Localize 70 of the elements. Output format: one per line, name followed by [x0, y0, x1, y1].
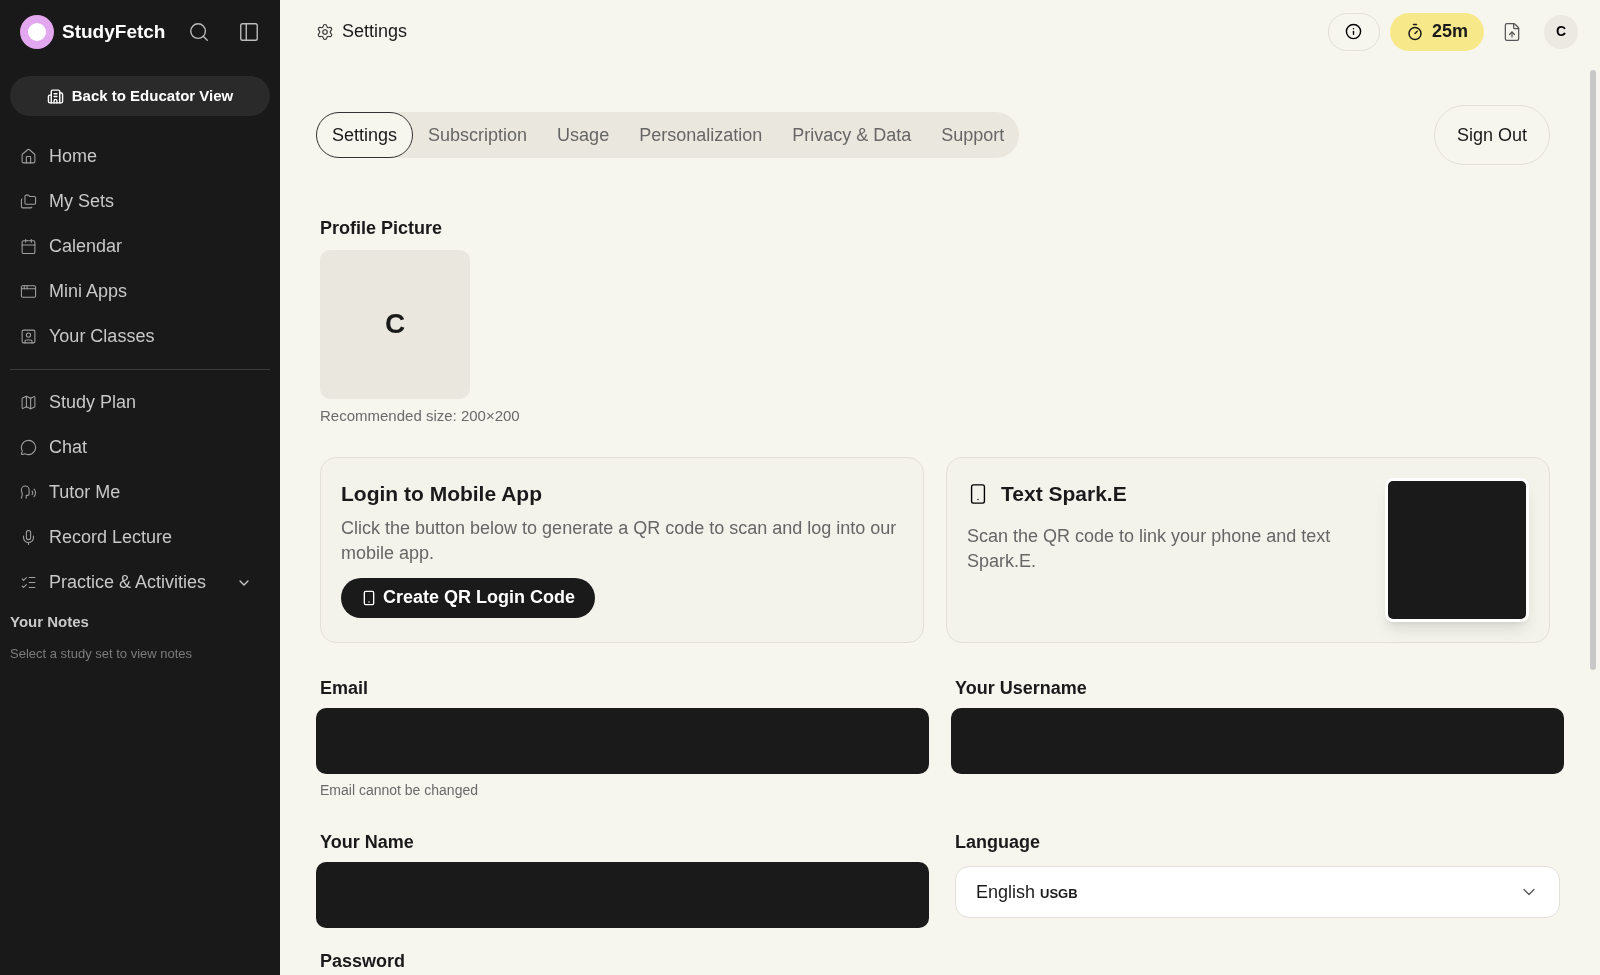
nav-label: Tutor Me [49, 481, 122, 504]
nav-item[interactable]: Chat [10, 425, 270, 470]
speaking-person-icon [20, 484, 37, 501]
tab[interactable]: Privacy & Data [777, 112, 927, 159]
house-icon [20, 148, 37, 165]
search-icon[interactable] [188, 21, 210, 43]
nav-label: Your Classes [49, 325, 156, 348]
field-label: Email [319, 677, 370, 700]
input-field[interactable] [316, 862, 929, 928]
nav-label: Practice & Activities [49, 571, 208, 594]
nav-item[interactable]: Calendar [10, 224, 270, 269]
card-text: Click the button below to generate a QR code to scan and log into our mobile app. [341, 516, 898, 565]
nav-label: Chat [49, 436, 89, 459]
folders-icon [20, 193, 37, 210]
field-label: Password [319, 950, 407, 973]
nav-item[interactable]: Your Classes [10, 314, 270, 359]
nav-item[interactable]: Study Plan [10, 380, 270, 425]
dropdown-value: English USGB [976, 880, 1079, 904]
nav-item[interactable]: Tutor Me [10, 470, 270, 515]
sidebar-toggle-icon[interactable] [238, 21, 260, 43]
page-title: Settings [342, 20, 409, 44]
map-icon [20, 394, 37, 411]
size-hint: Recommended size: 200×200 [319, 405, 521, 426]
tab[interactable]: Settings [316, 112, 414, 159]
nav-label: Calendar [49, 235, 124, 258]
tab[interactable]: Subscription [413, 112, 543, 159]
card-title: Login to Mobile App [341, 481, 543, 507]
input-field[interactable] [951, 708, 1564, 774]
microphone-icon [20, 529, 37, 546]
nav-label: Study Plan [49, 391, 138, 414]
file-upload-icon[interactable] [1502, 21, 1522, 42]
qr-login-button[interactable]: Create QR Login Code [341, 577, 595, 618]
language-dropdown[interactable]: English USGB [955, 866, 1560, 918]
checklist-icon [20, 574, 37, 591]
notes-hint: Select a study set to view notes [10, 644, 194, 663]
stopwatch-icon [1405, 22, 1424, 41]
info-icon [1345, 23, 1363, 41]
card-text: Scan the QR code to link your phone and text Spark.E. [967, 524, 1332, 573]
card-title: Text Spark.E [1001, 481, 1127, 507]
tab[interactable]: Personalization [624, 112, 778, 159]
nav-item[interactable]: Home [10, 134, 270, 179]
nav-item[interactable]: Record Lecture [10, 515, 270, 560]
input-field[interactable] [316, 708, 929, 774]
window-icon [20, 283, 37, 300]
field-label: Language [954, 831, 1041, 854]
field-hint: Email cannot be changed [319, 781, 479, 800]
building-icon [46, 87, 64, 105]
nav-label: My Sets [49, 190, 115, 213]
nav-label: Mini Apps [49, 280, 129, 303]
nav-label: Record Lecture [49, 526, 174, 549]
brand-name: StudyFetch [62, 19, 167, 44]
calendar-icon [20, 238, 37, 255]
section-label: Profile Picture [319, 217, 444, 241]
nav-item[interactable]: Practice & Activities [10, 560, 270, 605]
tab[interactable]: Usage [542, 112, 625, 159]
educator-view-button[interactable]: Back to Educator View [10, 76, 270, 116]
field-label: Your Username [954, 677, 1088, 700]
field-label: Your Name [319, 831, 415, 854]
chat-bubble-icon [20, 439, 37, 456]
user-avatar[interactable]: C [1544, 14, 1578, 49]
phone-icon [361, 589, 377, 606]
notes-heading: Your Notes [10, 612, 90, 632]
profile-picture[interactable]: C [320, 250, 470, 399]
settings-icon [316, 22, 334, 41]
timer-button[interactable]: 25m [1389, 12, 1484, 51]
classroom-icon [20, 328, 37, 345]
nav-item[interactable]: Mini Apps [10, 269, 270, 314]
nav-item[interactable]: My Sets [10, 179, 270, 224]
nav-label: Home [49, 145, 98, 168]
tab[interactable]: Support [926, 112, 1020, 159]
